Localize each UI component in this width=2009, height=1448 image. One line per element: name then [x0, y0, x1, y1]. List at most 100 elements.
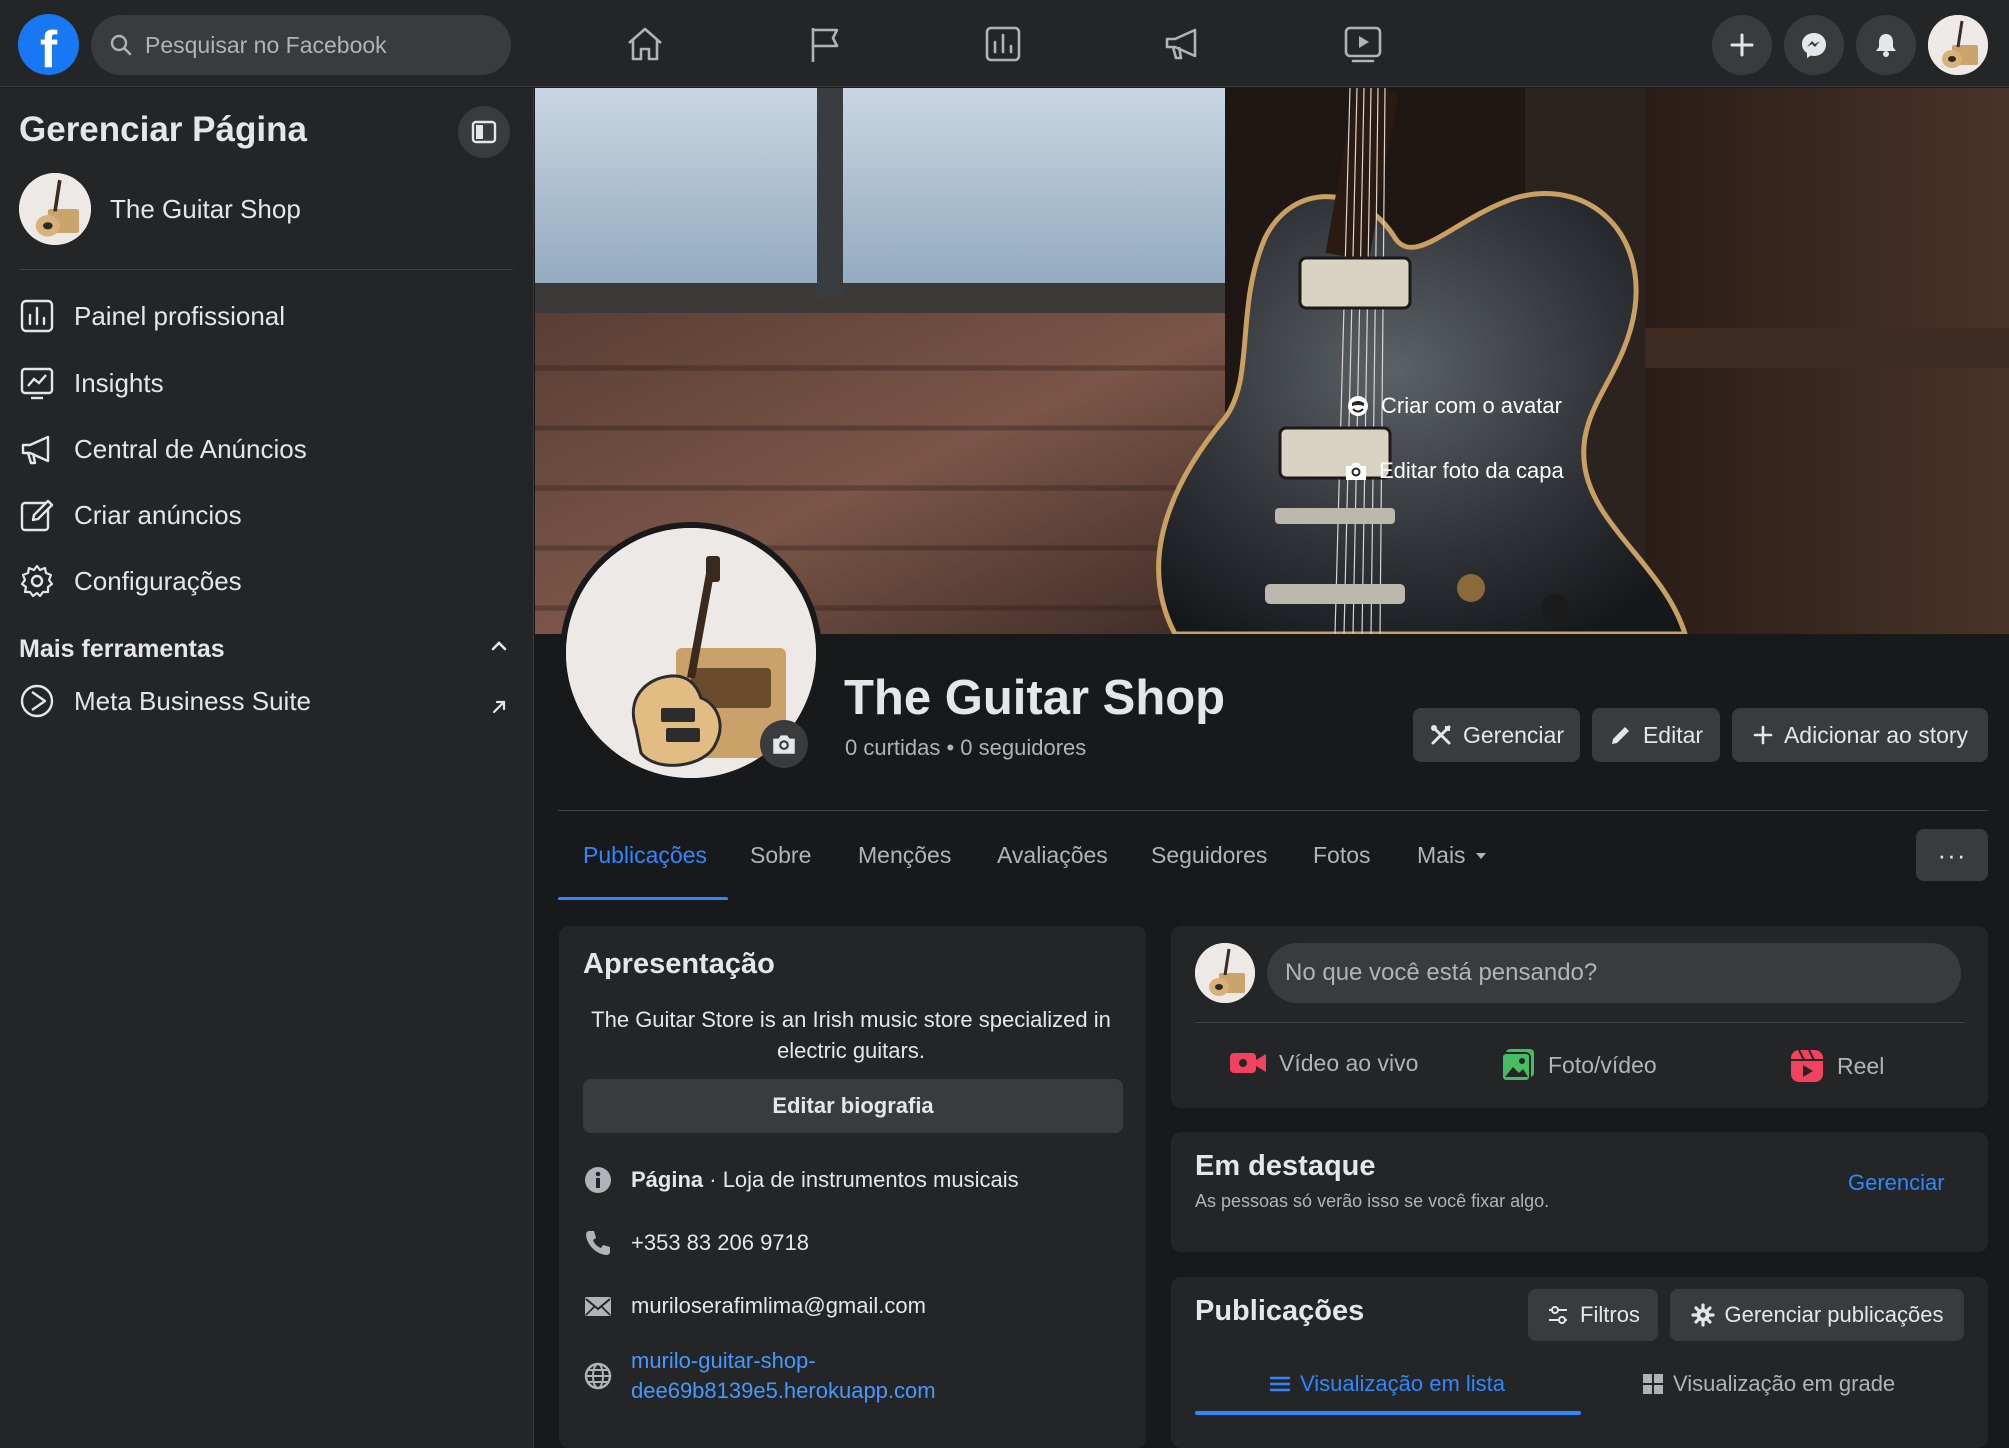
page-avatar [19, 173, 91, 245]
list-view-tab[interactable]: Visualização em lista [1268, 1371, 1505, 1397]
more-tools-heading[interactable]: Mais ferramentas [19, 635, 225, 664]
sidebar-page-name: The Guitar Shop [110, 193, 301, 224]
edit-cover-photo-button[interactable]: Editar foto da capa [1343, 458, 1564, 484]
active-view-indicator [1195, 1411, 1581, 1415]
sidebar-item-label: Painel profissional [74, 300, 286, 331]
create-with-avatar-label: Criar com o avatar [1381, 393, 1562, 418]
manage-posts-button[interactable]: Gerenciar publicações [1670, 1289, 1964, 1341]
more-options-button[interactable]: ··· [1916, 829, 1988, 881]
sidebar-item-ad-center[interactable]: Central de Anúncios [19, 431, 307, 467]
plus-icon [1730, 33, 1754, 57]
edit-icon [20, 499, 54, 532]
manage-button[interactable]: Gerenciar [1413, 708, 1580, 762]
search-input[interactable]: Pesquisar no Facebook [91, 15, 511, 75]
create-button[interactable] [1712, 15, 1772, 75]
filters-button[interactable]: Filtros [1528, 1289, 1658, 1341]
photo-video-label: Foto/vídeo [1548, 1051, 1657, 1078]
guitar-thumbnail-icon [1195, 943, 1255, 1003]
home-icon[interactable] [623, 22, 667, 66]
posts-card: Publicações Filtros Gerenciar publicaçõe… [1171, 1277, 1988, 1448]
gear-icon [1690, 1303, 1715, 1327]
sidebar-item-create-ads[interactable]: Criar anúncios [19, 497, 242, 533]
sidebar-item-label: Insights [74, 367, 164, 398]
sidebar-item-professional-dashboard[interactable]: Painel profissional [19, 298, 285, 334]
whats-on-your-mind-input[interactable]: No que você está pensando? [1267, 943, 1961, 1003]
sidebar-item-settings[interactable]: Configurações [19, 563, 242, 599]
tab-photos[interactable]: Fotos [1313, 842, 1371, 869]
guitar-thumbnail-icon [1928, 15, 1988, 75]
edit-bio-button[interactable]: Editar biografia [583, 1079, 1123, 1133]
filters-icon [1549, 1306, 1568, 1324]
manage-page-sidebar: Gerenciar Página The Guitar Shop Painel … [0, 88, 534, 1448]
messenger-button[interactable] [1784, 15, 1844, 75]
avatar-icon [1348, 396, 1368, 416]
dashboard-icon [20, 299, 54, 333]
live-video-icon [1230, 1053, 1266, 1073]
manage-button-label: Gerenciar [1463, 721, 1564, 748]
envelope-icon [585, 1297, 611, 1316]
sidebar-toggle-icon [471, 120, 497, 144]
email-address[interactable]: muriloserafimlima@gmail.com [631, 1291, 926, 1321]
page-stats[interactable]: 0 curtidas • 0 seguidores [845, 735, 1086, 761]
tab-followers[interactable]: Seguidores [1151, 842, 1267, 869]
live-video-button[interactable]: Vídeo ao vivo [1229, 1048, 1418, 1078]
photo-video-button[interactable]: Foto/vídeo [1500, 1048, 1657, 1082]
phone-icon [586, 1231, 610, 1255]
website-link[interactable]: murilo-guitar-shop- dee69b8139e5.herokua… [631, 1346, 936, 1406]
page-type-label: Página [631, 1167, 704, 1192]
post-composer-card: No que você está pensando? Vídeo ao vivo… [1171, 926, 1988, 1108]
tab-about[interactable]: Sobre [750, 842, 811, 869]
meta-business-icon [20, 684, 54, 718]
chevron-up-icon[interactable] [489, 636, 509, 656]
megaphone-icon[interactable] [1161, 22, 1205, 66]
create-with-avatar-button[interactable]: Criar com o avatar [1345, 393, 1562, 419]
grid-view-label: Visualização em grade [1673, 1371, 1896, 1396]
page-title: The Guitar Shop [844, 671, 1226, 725]
info-icon [585, 1167, 611, 1193]
tab-more-label: Mais [1417, 842, 1466, 868]
collapse-sidebar-button[interactable] [458, 106, 510, 158]
sidebar-item-insights[interactable]: Insights [19, 365, 164, 401]
update-profile-picture-button[interactable] [760, 720, 808, 768]
manage-featured-link[interactable]: Gerenciar [1848, 1170, 1945, 1196]
phone-number[interactable]: +353 83 206 9718 [631, 1228, 809, 1258]
reel-icon [1791, 1049, 1823, 1082]
featured-subtitle: As pessoas só verão isso se você fixar a… [1195, 1191, 1550, 1211]
tab-posts[interactable]: Publicações [583, 842, 707, 869]
posts-title: Publicações [1195, 1295, 1365, 1327]
sidebar-item-label: Meta Business Suite [74, 685, 312, 716]
external-link-icon [492, 700, 506, 714]
search-placeholder: Pesquisar no Facebook [145, 31, 387, 58]
edit-button[interactable]: Editar [1592, 708, 1720, 762]
notifications-button[interactable] [1856, 15, 1916, 75]
intro-card: Apresentação The Guitar Store is an Iris… [559, 926, 1146, 1448]
composer-avatar[interactable] [1195, 943, 1255, 1003]
sidebar-item-meta-business-suite[interactable]: Meta Business Suite [19, 683, 311, 719]
guitar-thumbnail-icon [19, 173, 91, 245]
camera-icon [1346, 463, 1366, 480]
video-icon[interactable] [1341, 22, 1385, 66]
bell-icon [1876, 34, 1896, 57]
gear-icon [20, 564, 54, 598]
add-to-story-button[interactable]: Adicionar ao story [1732, 708, 1988, 762]
sidebar-item-label: Configurações [74, 565, 242, 596]
plus-icon [1753, 725, 1773, 745]
filters-label: Filtros [1580, 1302, 1640, 1327]
tab-reviews[interactable]: Avaliações [997, 842, 1108, 869]
account-avatar[interactable] [1928, 15, 1988, 75]
facebook-logo-icon[interactable]: f [18, 14, 79, 75]
top-navigation-bar: f Pesquisar no Facebook [0, 0, 2009, 87]
reel-button[interactable]: Reel [1789, 1048, 1884, 1084]
email-row: muriloserafimlima@gmail.com [583, 1291, 926, 1321]
grid-view-tab[interactable]: Visualização em grade [1641, 1371, 1895, 1397]
phone-row: +353 83 206 9718 [583, 1228, 809, 1258]
tab-mentions[interactable]: Menções [858, 842, 951, 869]
live-video-label: Vídeo ao vivo [1279, 1049, 1419, 1076]
dashboard-icon[interactable] [981, 22, 1025, 66]
tab-more[interactable]: Mais [1417, 842, 1488, 869]
pencil-icon [1611, 727, 1629, 744]
sidebar-page-switcher[interactable]: The Guitar Shop [19, 173, 301, 245]
featured-card: Em destaque As pessoas só verão isso se … [1171, 1132, 1988, 1252]
caret-down-icon [1475, 852, 1486, 859]
flag-icon[interactable] [803, 22, 847, 66]
